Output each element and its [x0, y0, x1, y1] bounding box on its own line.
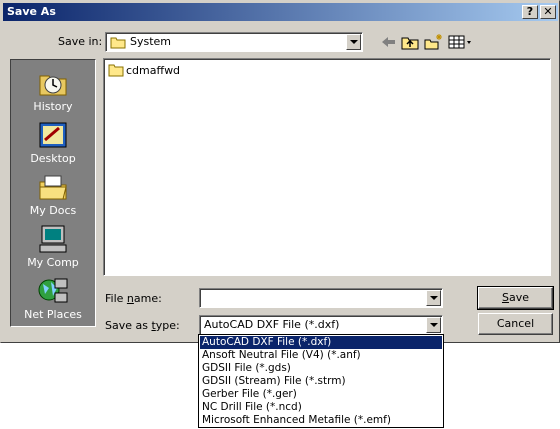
- file-name-field[interactable]: [199, 288, 443, 308]
- cancel-button[interactable]: Cancel: [478, 313, 553, 335]
- history-icon: [39, 75, 67, 96]
- place-label: Net Places: [24, 308, 82, 321]
- save-type-value: AutoCAD DXF File (*.dxf): [204, 318, 340, 331]
- window-title: Save As: [7, 5, 56, 18]
- place-label: Desktop: [30, 152, 76, 165]
- save-button[interactable]: Save: [477, 286, 554, 310]
- type-option[interactable]: Gerber File (*.ger): [200, 388, 442, 401]
- place-net-places[interactable]: Net Places: [11, 272, 95, 322]
- save-as-dialog: Save As ? ✕ Save in: System History Desk…: [0, 0, 560, 343]
- place-label: History: [33, 100, 73, 113]
- save-in-label: Save in:: [58, 35, 103, 48]
- new-folder-icon[interactable]: [423, 33, 443, 51]
- type-option[interactable]: Ansoft Neutral File (V4) (*.anf): [200, 349, 442, 362]
- net-places-icon: [38, 278, 68, 303]
- places-bar: History Desktop My Docs My Comp Net Plac…: [10, 59, 96, 327]
- help-button[interactable]: ?: [522, 5, 538, 19]
- up-folder-icon[interactable]: [400, 33, 420, 51]
- type-option[interactable]: GDSII File (*.gds): [200, 362, 442, 375]
- save-in-dropdown-button[interactable]: [346, 34, 361, 50]
- type-option[interactable]: AutoCAD DXF File (*.dxf): [200, 336, 442, 349]
- back-arrow-icon[interactable]: [378, 33, 398, 51]
- folder-icon: [110, 37, 126, 49]
- close-button[interactable]: ✕: [540, 5, 556, 19]
- my-docs-icon: [39, 175, 67, 200]
- place-history[interactable]: History: [11, 64, 95, 114]
- place-label: My Docs: [29, 204, 77, 217]
- save-in-value: System: [130, 35, 172, 48]
- save-type-dropdown-list[interactable]: AutoCAD DXF File (*.dxf) Ansoft Neutral …: [198, 334, 444, 428]
- file-name: cdmaffwd: [126, 64, 181, 77]
- place-my-computer[interactable]: My Comp: [11, 220, 95, 270]
- place-label: My Comp: [27, 256, 79, 269]
- my-computer-icon: [39, 225, 67, 253]
- file-list[interactable]: cdmaffwd: [103, 58, 551, 276]
- folder-icon: [108, 64, 124, 77]
- type-option[interactable]: Microsoft Enhanced Metafile (*.emf): [200, 414, 442, 427]
- save-in-combo[interactable]: System: [105, 32, 363, 52]
- file-name-dropdown-button[interactable]: [426, 290, 441, 306]
- place-my-docs[interactable]: My Docs: [11, 168, 95, 218]
- view-menu-icon[interactable]: [447, 33, 473, 51]
- save-type-dropdown-button[interactable]: [426, 317, 441, 333]
- title-bar: Save As ? ✕: [3, 3, 558, 21]
- file-name-label: File name:: [105, 292, 162, 305]
- desktop-icon: [39, 122, 67, 148]
- save-type-label: Save as type:: [105, 319, 180, 332]
- save-type-select[interactable]: AutoCAD DXF File (*.dxf): [199, 315, 443, 335]
- type-option[interactable]: GDSII (Stream) File (*.strm): [200, 375, 442, 388]
- type-option[interactable]: NC Drill File (*.ncd): [200, 401, 442, 414]
- place-desktop[interactable]: Desktop: [11, 116, 95, 166]
